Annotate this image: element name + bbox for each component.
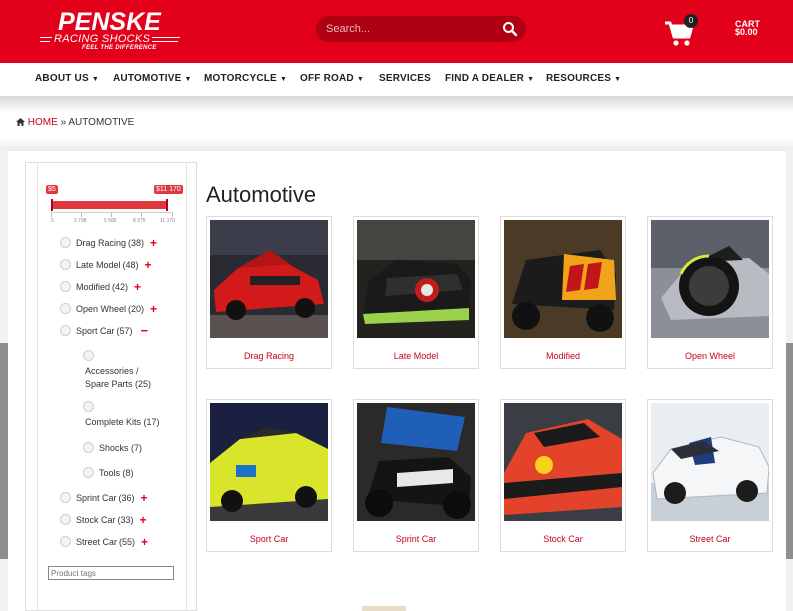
- price-max-badge: $11 170: [154, 185, 183, 194]
- search-input[interactable]: [326, 21, 491, 37]
- nav-resources[interactable]: RESOURCES ▼: [546, 73, 621, 84]
- category-radio[interactable]: [60, 514, 71, 525]
- logo-sub: RACING SHOCKS: [54, 33, 151, 45]
- expand-plus-icon[interactable]: +: [140, 514, 147, 526]
- subcategory-complete-kits[interactable]: Complete Kits (17): [85, 416, 160, 429]
- product-label[interactable]: Drag Racing: [207, 351, 331, 361]
- category-drag-racing[interactable]: Drag Racing (38) +: [60, 237, 157, 249]
- expand-plus-icon[interactable]: +: [145, 259, 152, 271]
- main-nav: ABOUT US ▼ AUTOMOTIVE ▼ MOTORCYCLE ▼ OFF RO…: [0, 63, 793, 97]
- collapse-minus-icon[interactable]: −: [141, 324, 149, 337]
- subcategory-accessories[interactable]: Accessories / Spare Parts (25): [85, 365, 151, 391]
- stock-car-image[interactable]: [504, 403, 622, 521]
- product-label[interactable]: Sport Car: [207, 534, 331, 544]
- drag-racing-image[interactable]: [210, 220, 328, 338]
- product-card-open-wheel[interactable]: Open Wheel: [647, 216, 773, 369]
- price-min-badge: $5: [46, 185, 58, 194]
- product-card-drag-racing[interactable]: Drag Racing: [206, 216, 332, 369]
- page-edge-right: [786, 150, 793, 611]
- bottom-bar: [362, 606, 406, 611]
- sport-car-image[interactable]: [210, 403, 328, 521]
- chevron-down-icon: ▼: [527, 76, 535, 83]
- price-tick: 5 585: [104, 218, 117, 224]
- category-sprint-car[interactable]: Sprint Car (36) +: [60, 492, 148, 504]
- chevron-down-icon: ▼: [184, 76, 192, 83]
- product-label[interactable]: Sprint Car: [354, 534, 478, 544]
- price-max-handle[interactable]: [166, 199, 168, 211]
- category-street-car[interactable]: Street Car (55) +: [60, 536, 148, 548]
- product-card-late-model[interactable]: Late Model: [353, 216, 479, 369]
- nav-automotive[interactable]: AUTOMOTIVE ▼: [113, 73, 192, 84]
- logo-tagline: FEEL THE DIFFERENCE: [82, 45, 157, 51]
- product-card-sprint-car[interactable]: Sprint Car: [353, 399, 479, 552]
- product-tags-input[interactable]: [48, 566, 174, 580]
- chevron-down-icon: ▼: [614, 76, 622, 83]
- chevron-down-icon: ▼: [91, 76, 99, 83]
- subcategory-radio[interactable]: [83, 350, 94, 361]
- penske-logo[interactable]: PENSKE RACING SHOCKS FEEL THE DIFFERENCE: [40, 8, 182, 54]
- subcategory-radio[interactable]: [83, 442, 94, 453]
- page-title: Automotive: [206, 182, 317, 207]
- price-tick: 5: [51, 218, 54, 224]
- category-radio[interactable]: [60, 281, 71, 292]
- subcategory-radio[interactable]: [83, 401, 94, 412]
- expand-plus-icon[interactable]: +: [141, 536, 148, 548]
- price-min-handle[interactable]: [51, 199, 53, 211]
- street-car-image[interactable]: [651, 403, 769, 521]
- category-radio[interactable]: [60, 303, 71, 314]
- price-tick: 8 375: [133, 218, 146, 224]
- product-label[interactable]: Street Car: [648, 534, 772, 544]
- breadcrumb: HOME » AUTOMOTIVE: [16, 117, 134, 128]
- category-radio[interactable]: [60, 237, 71, 248]
- category-stock-car[interactable]: Stock Car (33) +: [60, 514, 147, 526]
- product-card-sport-car[interactable]: Sport Car: [206, 399, 332, 552]
- product-label[interactable]: Stock Car: [501, 534, 625, 544]
- nav-off-road[interactable]: OFF ROAD ▼: [300, 73, 364, 84]
- nav-find-a-dealer[interactable]: FIND A DEALER ▼: [445, 73, 534, 84]
- subcategory-shocks[interactable]: Shocks (7): [83, 442, 142, 453]
- search-icon[interactable]: [502, 21, 518, 37]
- site-header: PENSKE RACING SHOCKS FEEL THE DIFFERENCE…: [0, 0, 793, 63]
- product-label[interactable]: Modified: [501, 351, 625, 361]
- category-radio[interactable]: [60, 325, 71, 336]
- subcategory-radio[interactable]: [83, 467, 94, 478]
- category-sport-car[interactable]: Sport Car (57) −: [60, 324, 149, 337]
- category-radio[interactable]: [60, 492, 71, 503]
- product-label[interactable]: Late Model: [354, 351, 478, 361]
- price-tick: 2 798: [74, 218, 87, 224]
- sprint-car-image[interactable]: [357, 403, 475, 521]
- breadcrumb-separator: »: [60, 117, 67, 128]
- product-card-street-car[interactable]: Street Car: [647, 399, 773, 552]
- cart-count-badge: 0: [684, 14, 698, 28]
- expand-plus-icon[interactable]: +: [150, 303, 157, 315]
- breadcrumb-home-link[interactable]: HOME: [28, 117, 58, 128]
- price-tick: 11 170: [160, 218, 175, 224]
- home-icon: [16, 118, 25, 126]
- category-modified[interactable]: Modified (42) +: [60, 281, 141, 293]
- chevron-down-icon: ▼: [356, 76, 364, 83]
- product-label[interactable]: Open Wheel: [648, 351, 772, 361]
- late-model-image[interactable]: [357, 220, 475, 338]
- product-card-stock-car[interactable]: Stock Car: [500, 399, 626, 552]
- breadcrumb-current: AUTOMOTIVE: [68, 117, 135, 128]
- category-open-wheel[interactable]: Open Wheel (20) +: [60, 303, 157, 315]
- category-radio[interactable]: [60, 259, 71, 270]
- open-wheel-image[interactable]: [651, 220, 769, 338]
- category-late-model[interactable]: Late Model (48) +: [60, 259, 152, 271]
- nav-motorcycle[interactable]: MOTORCYCLE ▼: [204, 73, 287, 84]
- expand-plus-icon[interactable]: +: [150, 237, 157, 249]
- subcategory-tools[interactable]: Tools (8): [83, 467, 134, 478]
- modified-image[interactable]: [504, 220, 622, 338]
- nav-about-us[interactable]: ABOUT US ▼: [35, 73, 99, 84]
- cart-total[interactable]: $0.00: [735, 28, 758, 37]
- nav-services[interactable]: SERVICES: [379, 73, 431, 84]
- product-card-modified[interactable]: Modified: [500, 216, 626, 369]
- category-radio[interactable]: [60, 536, 71, 547]
- chevron-down-icon: ▼: [279, 76, 288, 83]
- expand-plus-icon[interactable]: +: [141, 492, 148, 504]
- price-range-track[interactable]: [51, 201, 168, 209]
- search-box: [316, 16, 526, 42]
- expand-plus-icon[interactable]: +: [134, 281, 141, 293]
- page-edge-left: [0, 150, 8, 611]
